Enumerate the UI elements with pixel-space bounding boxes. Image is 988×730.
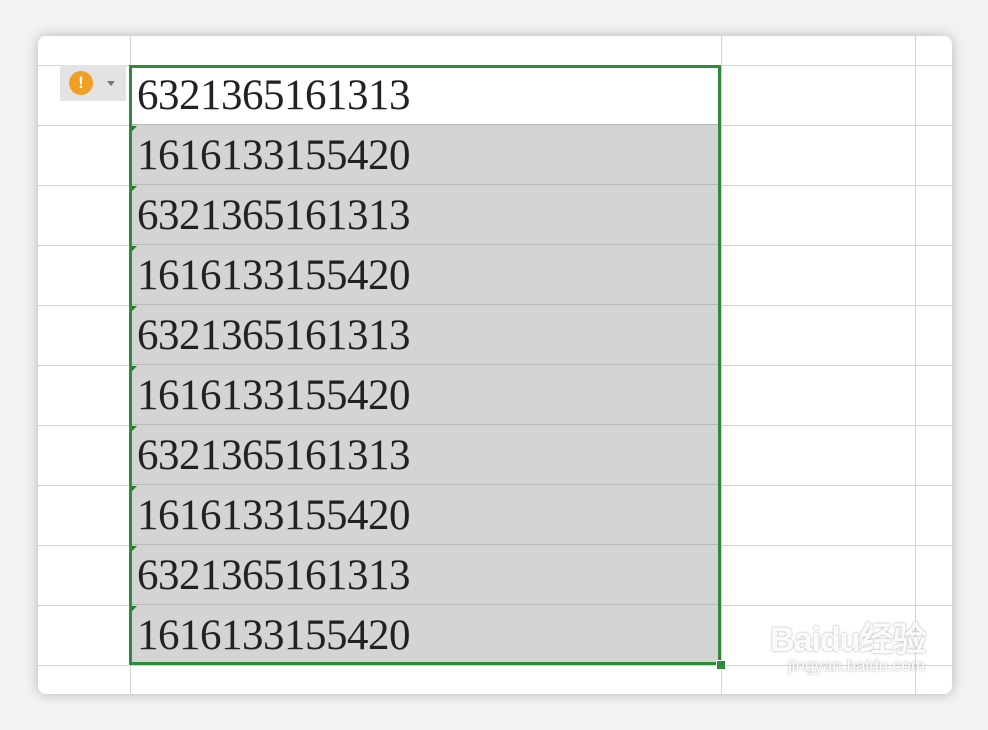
cell-value: 1616133155420 xyxy=(137,372,411,419)
cell-value: 1616133155420 xyxy=(137,612,411,659)
cell-value: 1616133155420 xyxy=(137,132,411,179)
cell-value: 1616133155420 xyxy=(137,252,411,299)
cell-value: 1616133155420 xyxy=(137,492,411,539)
spreadsheet-window: ! 6321365161313 1616133155420 632136516131… xyxy=(38,36,952,694)
cell[interactable]: 1616133155420 xyxy=(131,126,721,185)
fill-handle[interactable] xyxy=(716,660,726,670)
cell-value: 6321365161313 xyxy=(137,192,411,239)
cell[interactable]: 1616133155420 xyxy=(131,486,721,545)
cell-value: 6321365161313 xyxy=(137,552,411,599)
watermark-url: jingyan.baidu.com xyxy=(788,656,926,675)
cell[interactable]: 6321365161313 xyxy=(131,546,721,605)
chevron-down-icon xyxy=(107,81,115,86)
watermark-logo: Baidu经验 xyxy=(770,621,926,659)
watermark: Baidu经验 jingyan.baidu.com xyxy=(752,604,952,684)
cell[interactable]: 6321365161313 xyxy=(131,186,721,245)
cell[interactable]: 1616133155420 xyxy=(131,606,721,665)
warning-icon: ! xyxy=(69,71,93,95)
cell[interactable]: 1616133155420 xyxy=(131,366,721,425)
cell[interactable]: 6321365161313 xyxy=(131,66,721,125)
cell-value: 6321365161313 xyxy=(137,312,411,359)
cell-value: 6321365161313 xyxy=(137,72,411,119)
cell[interactable]: 1616133155420 xyxy=(131,246,721,305)
error-options-button[interactable]: ! xyxy=(60,65,126,101)
cell[interactable]: 6321365161313 xyxy=(131,306,721,365)
cell-value: 6321365161313 xyxy=(137,432,411,479)
cell[interactable]: 6321365161313 xyxy=(131,426,721,485)
